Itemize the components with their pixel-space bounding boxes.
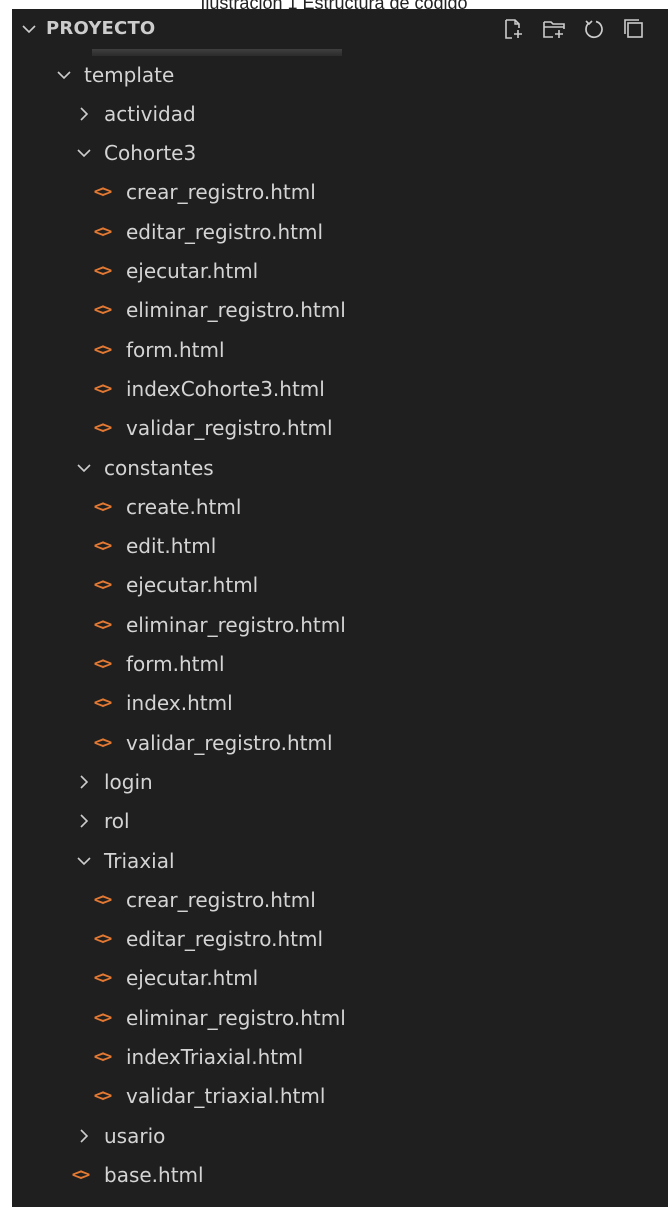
tree-item-label: crear_registro.html [126, 887, 316, 912]
tree-item-label: crear_registro.html [126, 180, 316, 205]
file-item[interactable]: <> validar_registro.html [12, 409, 668, 448]
collapse-all-icon[interactable] [622, 17, 646, 41]
html-file-icon: <> [93, 732, 112, 753]
tree-item-label: login [104, 769, 153, 794]
html-file-icon: <> [93, 968, 112, 989]
chevron-right-icon[interactable] [74, 104, 94, 124]
html-file-icon: <> [93, 536, 112, 557]
file-item[interactable]: <> index.html [12, 684, 668, 723]
html-file-icon: <> [93, 221, 112, 242]
html-file-icon: <> [93, 889, 112, 910]
html-file-icon: <> [93, 261, 112, 281]
folder-item[interactable]: actividad [12, 94, 668, 133]
html-file-icon: <> [93, 575, 112, 596]
html-file-icon: <> [93, 418, 112, 439]
chevron-down-icon[interactable] [54, 65, 74, 85]
tree-item-label: editar_registro.html [126, 927, 324, 952]
chevron-down-icon[interactable] [22, 22, 36, 36]
html-file-icon: <> [93, 300, 112, 321]
file-item[interactable]: <> indexTriaxial.html [12, 1038, 668, 1077]
file-item[interactable]: <> indexCohorte3.html [12, 369, 668, 408]
file-item[interactable]: <> base.html [12, 1155, 668, 1194]
chevron-down-icon[interactable] [74, 458, 94, 478]
chevron-down-icon[interactable] [74, 143, 94, 163]
tree-item-label: template [84, 62, 175, 87]
folder-item[interactable]: Triaxial [12, 841, 668, 880]
explorer-section-header[interactable]: PROYECTO [12, 9, 668, 49]
section-title: PROYECTO [46, 18, 156, 39]
tree-item-label: indexTriaxial.html [126, 1045, 304, 1069]
file-item[interactable]: <> validar_registro.html [12, 723, 668, 762]
file-item[interactable]: <> crear_registro.html [12, 880, 668, 919]
chevron-right-icon[interactable] [74, 1126, 94, 1146]
tree-item-label: eliminar_registro.html [126, 612, 346, 637]
tree-item-label: eliminar_registro.html [126, 1005, 346, 1030]
refresh-icon[interactable] [582, 17, 606, 41]
tree-item-label: base.html [104, 1162, 204, 1187]
file-item[interactable]: <> eliminar_registro.html [12, 998, 668, 1037]
section-actions [502, 17, 646, 43]
html-file-icon: <> [93, 496, 112, 517]
html-file-icon: <> [93, 1047, 112, 1067]
folder-item[interactable]: Cohorte3 [12, 134, 668, 173]
folder-item[interactable]: rol [12, 802, 668, 841]
file-item[interactable]: <> editar_registro.html [12, 920, 668, 959]
file-item[interactable]: <> eliminar_registro.html [12, 605, 668, 644]
new-folder-icon[interactable] [542, 17, 566, 41]
file-item[interactable]: <> crear_registro.html [12, 173, 668, 212]
file-item[interactable]: <> form.html [12, 330, 668, 369]
tree-item-label: create.html [126, 494, 242, 519]
html-file-icon: <> [93, 654, 112, 674]
file-item[interactable]: <> validar_triaxial.html [12, 1077, 668, 1116]
file-item[interactable]: <> form.html [12, 645, 668, 684]
tree-item-label: index.html [126, 691, 233, 716]
file-item[interactable]: <> ejecutar.html [12, 252, 668, 291]
tree-item-label: ejecutar.html [126, 573, 259, 598]
tree-item-label: validar_registro.html [126, 416, 333, 441]
file-item[interactable]: <> editar_registro.html [12, 212, 668, 251]
tree-item-label: usario [104, 1123, 166, 1148]
tree-item-label: validar_registro.html [126, 730, 333, 755]
tree-item-label: Cohorte3 [104, 141, 197, 166]
tree-item-label: Triaxial [104, 848, 175, 873]
file-item[interactable]: <> ejecutar.html [12, 566, 668, 605]
explorer-panel: PROYECTO template actividad Cohorte3 <> … [12, 9, 668, 1207]
folder-item[interactable]: usario [12, 1116, 668, 1155]
chevron-down-icon[interactable] [74, 851, 94, 871]
tree-item-label: indexCohorte3.html [126, 376, 325, 401]
folder-item[interactable]: login [12, 762, 668, 801]
tree-item-label: ejecutar.html [126, 259, 259, 283]
tree-item-label: ejecutar.html [126, 966, 259, 991]
html-file-icon: <> [93, 929, 112, 950]
html-file-icon: <> [93, 614, 112, 635]
html-file-icon: <> [93, 182, 112, 203]
file-item[interactable]: <> edit.html [12, 527, 668, 566]
tree-item-label: validar_triaxial.html [126, 1084, 326, 1109]
tree-item-label: rol [104, 809, 130, 834]
tree-item-label: constantes [104, 455, 214, 480]
file-item[interactable]: <> create.html [12, 487, 668, 526]
html-file-icon: <> [93, 1086, 112, 1107]
html-file-icon: <> [71, 1164, 90, 1185]
chevron-right-icon[interactable] [74, 772, 94, 792]
folder-item[interactable]: constantes [12, 448, 668, 487]
tree-item-label: eliminar_registro.html [126, 298, 346, 323]
html-file-icon: <> [93, 1007, 112, 1028]
chevron-right-icon[interactable] [74, 811, 94, 831]
html-file-icon: <> [93, 378, 112, 399]
folder-item[interactable]: template [12, 55, 668, 94]
html-file-icon: <> [93, 693, 112, 714]
html-file-icon: <> [93, 339, 112, 360]
tree-item-label: form.html [126, 652, 225, 676]
tree-item-label: edit.html [126, 534, 217, 559]
file-item[interactable]: <> ejecutar.html [12, 959, 668, 998]
file-item[interactable]: <> eliminar_registro.html [12, 291, 668, 330]
new-file-icon[interactable] [502, 17, 526, 41]
tree-item-label: editar_registro.html [126, 219, 324, 244]
tree-item-label: actividad [104, 101, 196, 126]
tree-item-label: form.html [126, 337, 225, 362]
